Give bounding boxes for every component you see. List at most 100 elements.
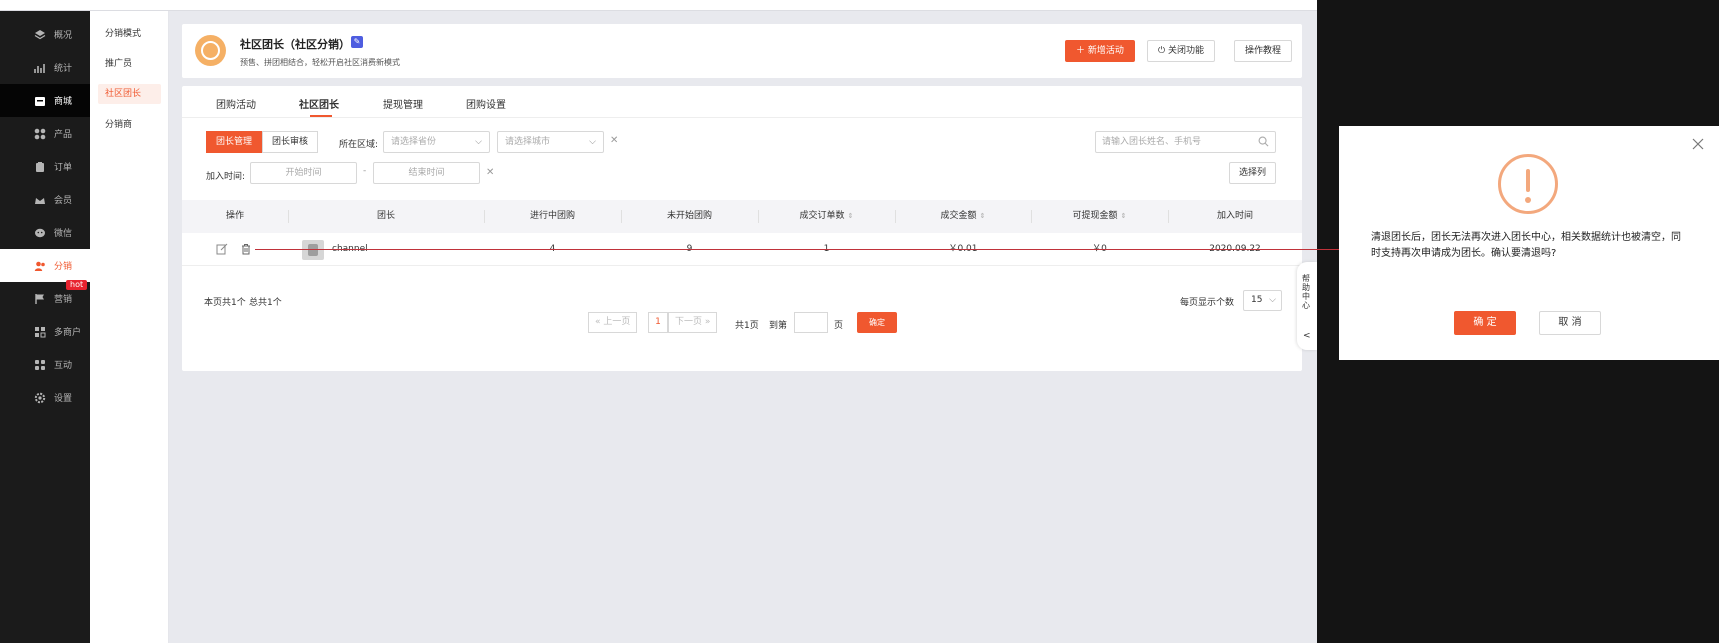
sub-navigation: 分销模式 推广员 社区团长 分销商 [90,11,169,643]
wechat-icon [34,227,46,239]
province-placeholder: 请选择省份 [391,137,437,147]
power-icon: ⏻ [1158,46,1166,56]
subnav-item-mode[interactable]: 分销模式 [98,24,161,44]
hot-badge: hot [66,280,88,290]
shop-icon [34,95,46,107]
dialog-message: 清退团长后，团长无法再次进入团长中心，相关数据统计也被清空，同时支持再次申请成为… [1371,232,1681,259]
total-summary: 总共1个 [249,298,282,308]
table-header: 操作 团长 进行中团购 未开始团购 成交订单数 ⇕ 成交金额 ⇕ 可提现金额 ⇕ 加入… [182,200,1302,233]
tab-group-buy-settings[interactable]: 团购设置 [466,96,506,111]
region-label: 所在区域: [339,140,379,150]
chart-icon [34,62,46,74]
page-summary: 本页共1个 [204,298,246,308]
sort-icon[interactable]: ⇕ [980,212,986,220]
sidebar-item-wechat[interactable]: 微信 [0,216,90,249]
sort-icon[interactable]: ⇕ [848,212,854,220]
prev-page-button[interactable]: « 上一页 [588,312,638,333]
help-center-tab[interactable]: 帮助中心 < [1297,262,1317,350]
clear-region-icon[interactable]: ✕ [610,135,618,146]
leader-management-button[interactable]: 团长管理 [206,131,263,153]
orders-header-label: 成交订单数 [799,211,845,221]
warning-icon [1498,154,1558,214]
active-tab-indicator [310,115,332,117]
search-placeholder: 请输入团长姓名、手机号 [1102,137,1202,147]
next-page-button[interactable]: 下一页 » [668,312,718,333]
chevron-down-icon: ⌵ [1269,295,1276,305]
page-size-select[interactable]: 15 ⌵ [1243,290,1282,311]
sidebar-item-settings[interactable]: 设置 [0,381,90,414]
subnav-item-distributor[interactable]: 分销商 [98,115,161,135]
drag-line-indicator [255,249,1339,250]
column-header-orders[interactable]: 成交订单数 ⇕ [758,200,895,233]
main-viewport: 概况 统计 商城 产品 订单 会员 微信 分销 hot 营销 多商户 互动 设置… [0,0,1317,643]
search-input[interactable]: 请输入团长姓名、手机号 [1095,131,1276,153]
current-page[interactable]: 1 [648,312,668,333]
sidebar-item-label: 产品 [54,130,73,140]
city-placeholder: 请选择城市 [505,137,551,147]
sidebar-item-multi-merchant[interactable]: 多商户 [0,315,90,348]
store-icon [34,326,46,338]
sidebar-item-label: 统计 [54,64,73,74]
chevron-down-icon: ⌵ [475,137,482,147]
goto-confirm-button[interactable]: 确定 [857,312,897,333]
help-center-label: 帮助中心 [1302,274,1310,310]
sidebar-item-overview[interactable]: 概况 [0,18,90,51]
flag-icon [34,293,46,305]
tab-bar: 团购活动 社区团长 提现管理 团购设置 [182,86,1302,118]
leader-review-button[interactable]: 团长审核 [262,131,319,153]
sidebar-item-label: 微信 [54,229,73,239]
choose-columns-button[interactable]: 选择列 [1229,162,1277,184]
column-header-not-started: 未开始团购 [666,211,712,221]
cancel-button[interactable]: 取 消 [1539,311,1601,335]
page-unit: 页 [834,321,844,331]
sidebar-item-members[interactable]: 会员 [0,183,90,216]
sidebar-item-label: 订单 [54,163,73,173]
column-header-withdrawable[interactable]: 可提现金额 ⇕ [1031,200,1168,233]
subnav-item-promoter[interactable]: 推广员 [98,54,161,74]
column-header-join-time: 加入时间 [1216,211,1253,221]
sidebar-item-products[interactable]: 产品 [0,117,90,150]
date-range-dash: - [363,166,367,176]
delete-icon[interactable] [240,243,252,255]
total-pages: 共1页 [735,321,759,331]
sidebar-item-orders[interactable]: 订单 [0,150,90,183]
tab-group-buy-activity[interactable]: 团购活动 [216,96,256,111]
chevron-left-icon: < [1303,331,1311,341]
grid-icon [34,128,46,140]
sidebar-item-marketing[interactable]: hot 营销 [0,280,90,315]
edit-icon[interactable] [216,243,228,255]
close-feature-button[interactable]: ⏻ 关闭功能 [1147,40,1216,62]
province-select[interactable]: 请选择省份 ⌵ [383,131,490,153]
app-header-card: 社区团长（社区分销） ✎ 预售、拼团相结合，轻松开启社区消费新模式 ＋ 新增活动… [182,24,1302,78]
edit-tag-icon[interactable]: ✎ [351,36,363,48]
page-title: 社区团长（社区分销） [240,38,350,51]
tab-community-leader[interactable]: 社区团长 [299,96,339,111]
sort-icon[interactable]: ⇕ [1121,212,1127,220]
column-header-amount[interactable]: 成交金额 ⇕ [895,200,1031,233]
tutorial-button[interactable]: 操作教程 [1234,40,1293,62]
sidebar-item-interaction[interactable]: 互动 [0,348,90,381]
column-header-leader: 团长 [376,211,395,221]
amount-header-label: 成交金额 [940,211,977,221]
search-icon[interactable] [1258,136,1269,147]
confirm-button[interactable]: 确 定 [1454,311,1516,335]
sidebar-item-distribution[interactable]: 分销 [0,249,90,282]
member-icon [34,194,46,206]
top-bar [0,0,1317,11]
close-icon[interactable] [1691,137,1705,151]
subnav-item-community-leader[interactable]: 社区团长 [98,84,161,104]
goto-page-input[interactable] [794,312,828,333]
city-select[interactable]: 请选择城市 ⌵ [497,131,604,153]
start-time-input[interactable]: 开始时间 [250,162,357,184]
tab-withdraw-management[interactable]: 提现管理 [383,96,423,111]
page-description: 预售、拼团相结合，轻松开启社区消费新模式 [240,58,400,67]
end-time-input[interactable]: 结束时间 [373,162,480,184]
withdrawable-header-label: 可提现金额 [1072,211,1118,221]
page-size-label: 每页显示个数 [1180,298,1235,308]
clear-date-icon[interactable]: ✕ [486,167,494,178]
content-card: 团购活动 社区团长 提现管理 团购设置 团长管理 团长审核 所在区域: 请选择省… [182,86,1302,371]
add-activity-button[interactable]: ＋ 新增活动 [1065,40,1135,62]
sidebar-item-mall[interactable]: 商城 [0,84,90,117]
users-icon [34,260,46,272]
sidebar-item-stats[interactable]: 统计 [0,51,90,84]
